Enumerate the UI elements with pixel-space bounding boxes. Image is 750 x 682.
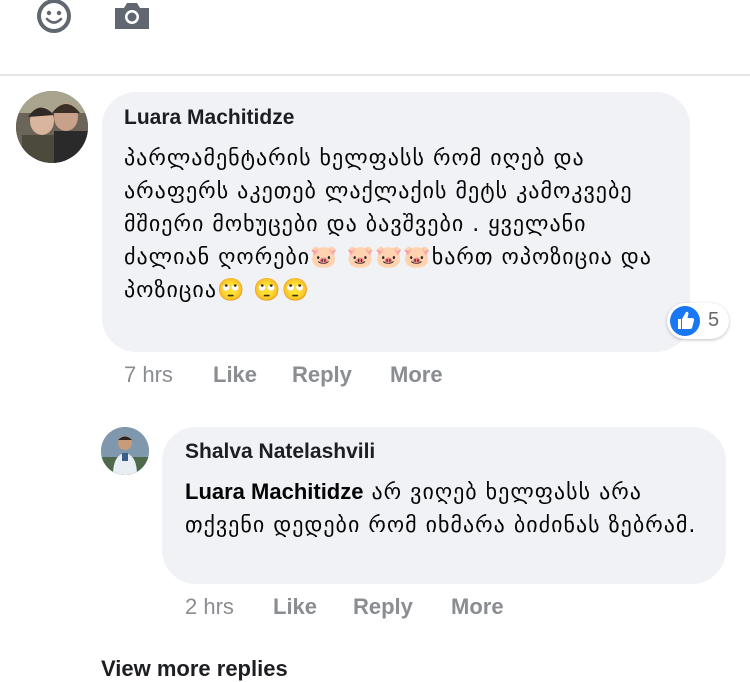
comment-timestamp[interactable]: 2 hrs: [185, 594, 234, 620]
more-button[interactable]: More: [390, 362, 443, 388]
avatar[interactable]: [101, 427, 149, 475]
comment-text: Luara Machitidze არ ვიღებ ხელფასს არა თქ…: [185, 475, 710, 542]
thumbs-up-icon: [670, 306, 700, 336]
composer-divider: [0, 74, 750, 76]
comment-timestamp[interactable]: 7 hrs: [124, 362, 173, 388]
reply-button[interactable]: Reply: [292, 362, 352, 388]
reply-button[interactable]: Reply: [353, 594, 413, 620]
reaction-summary[interactable]: 5: [667, 303, 729, 339]
view-more-replies-link[interactable]: View more replies: [101, 656, 288, 682]
comment-author[interactable]: Shalva Natelashvili: [185, 440, 375, 464]
smiley-face-icon[interactable]: [34, 0, 74, 38]
avatar[interactable]: [16, 91, 88, 163]
mention-link[interactable]: Luara Machitidze: [185, 479, 363, 504]
comment-author[interactable]: Luara Machitidze: [124, 106, 294, 130]
camera-icon[interactable]: [113, 0, 151, 32]
like-button[interactable]: Like: [213, 362, 257, 388]
comment-composer-bar: [0, 0, 750, 74]
more-button[interactable]: More: [451, 594, 504, 620]
reaction-count: 5: [708, 309, 720, 331]
like-button[interactable]: Like: [273, 594, 317, 620]
comment-text: პარლამენტარის ხელფასს რომ იღებ და არაფერ…: [124, 146, 660, 303]
